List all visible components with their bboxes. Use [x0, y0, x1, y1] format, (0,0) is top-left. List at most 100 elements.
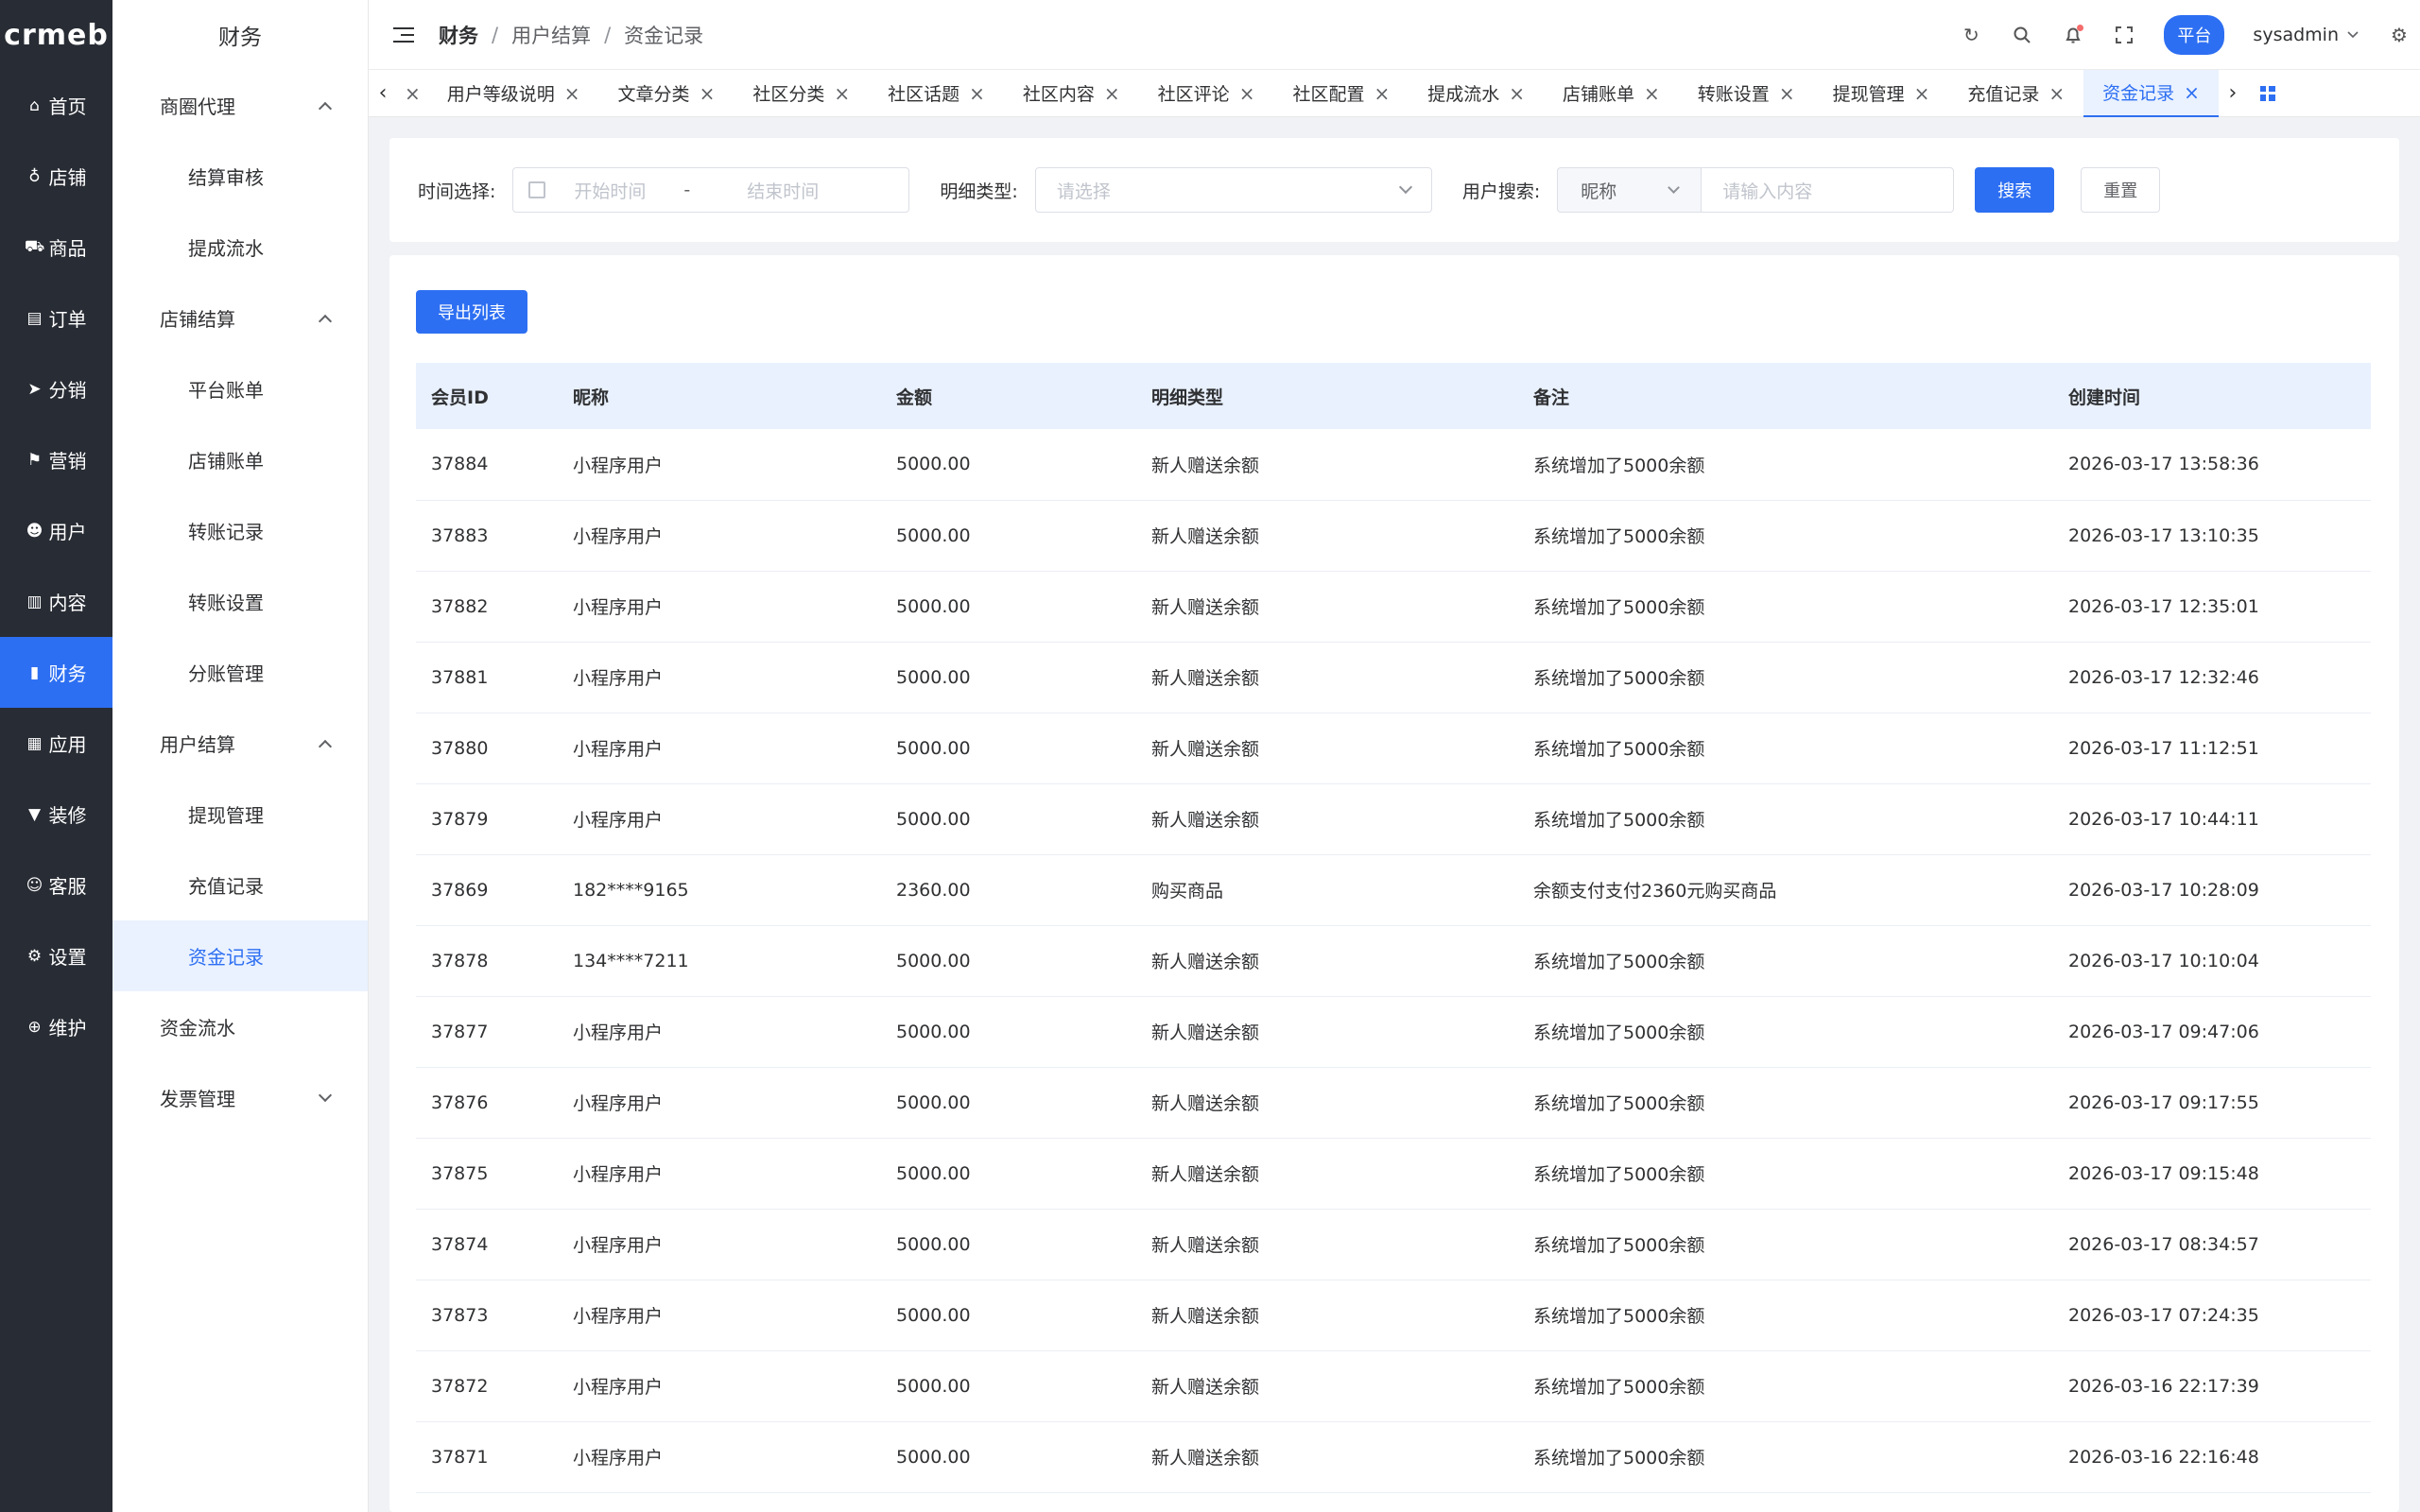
cell-member-id: 37875 — [431, 1162, 489, 1184]
page-tab[interactable]: 资金记录 × — [2083, 69, 2219, 117]
tabs-menu-icon[interactable] — [2259, 85, 2275, 101]
rail-item[interactable]: ⛟ 商品 — [0, 212, 112, 283]
submenu-item[interactable]: 转账记录 — [112, 495, 368, 566]
user-search-input[interactable]: 请输入内容 — [1701, 167, 1955, 213]
tab-close-icon[interactable]: × — [1104, 82, 1120, 105]
tabs-scroll-left-icon[interactable]: ‹ — [369, 81, 397, 105]
collapse-menu-icon[interactable] — [393, 26, 414, 43]
rail-item[interactable]: ▤ 订单 — [0, 283, 112, 353]
submenu-item[interactable]: 资金记录 — [112, 920, 368, 991]
tab-close-icon[interactable]: × — [1239, 82, 1255, 105]
breadcrumb-parent[interactable]: 用户结算 — [511, 21, 591, 49]
rail-item[interactable]: ♁ 店铺 — [0, 141, 112, 212]
rail-item[interactable]: ⚙ 设置 — [0, 920, 112, 991]
page-tab[interactable]: 充值记录 × — [1948, 70, 2083, 117]
tab-list: 用户等级说明 × 文章分类 × 社区分类 × 社区话题 × 社区内容 × 社区评论 × 社区配置 × 提成流… — [428, 69, 2219, 117]
home-icon: ⌂ — [29, 95, 40, 115]
page-tab[interactable]: 提成流水 × — [1409, 70, 1544, 117]
page-tab[interactable]: 社区内容 × — [1004, 70, 1139, 117]
submenu-item[interactable]: 提现管理 — [112, 779, 368, 850]
column-header-created-time: 创建时间 — [2068, 387, 2141, 408]
tab-close-icon[interactable]: × — [969, 82, 985, 105]
breadcrumb-root[interactable]: 财务 — [439, 21, 478, 49]
export-list-button[interactable]: 导出列表 — [416, 290, 527, 334]
submenu-group[interactable]: 店铺结算 — [112, 283, 368, 353]
bell-icon[interactable] — [2062, 24, 2084, 46]
page-tab[interactable]: 转账设置 × — [1679, 70, 1814, 117]
cell-detail-type: 新人赠送余额 — [1151, 455, 1260, 476]
cell-amount: 5000.00 — [896, 1375, 971, 1397]
rail-item[interactable]: ⌂ 首页 — [0, 70, 112, 141]
rail-item[interactable]: ▦ 应用 — [0, 708, 112, 779]
tab-hidden-close[interactable]: × — [397, 70, 428, 117]
user-menu[interactable]: sysadmin — [2253, 25, 2360, 45]
fullscreen-icon[interactable] — [2113, 24, 2135, 46]
submenu-group[interactable]: 发票管理 — [112, 1062, 368, 1133]
submenu-group[interactable]: 用户结算 — [112, 708, 368, 779]
submenu-item[interactable]: 平台账单 — [112, 353, 368, 424]
header-actions: ↻ 平台 sysadmin ⚙ — [1960, 14, 2411, 55]
user-search-type-select[interactable]: 昵称 — [1557, 167, 1702, 213]
search-button[interactable]: 搜索 — [1975, 167, 2055, 213]
rail-item[interactable]: ➤ 分销 — [0, 353, 112, 424]
cell-detail-type: 新人赠送余额 — [1151, 597, 1260, 618]
submenu-item[interactable]: 资金流水 — [112, 991, 368, 1062]
chevron-down-icon — [2347, 30, 2359, 38]
page-tab[interactable]: 用户等级说明 × — [428, 70, 599, 117]
rail-item[interactable]: ☻ 用户 — [0, 495, 112, 566]
submenu-group[interactable]: 商圈代理 — [112, 70, 368, 141]
submenu-item[interactable]: 充值记录 — [112, 850, 368, 920]
rail-item[interactable]: ☺ 客服 — [0, 850, 112, 920]
rail-item[interactable]: ⚑ 营销 — [0, 424, 112, 495]
date-range-picker[interactable]: 开始时间 - 结束时间 — [512, 167, 910, 213]
end-date-input[interactable]: 结束时间 — [747, 178, 819, 203]
submenu-item[interactable]: 提成流水 — [112, 212, 368, 283]
refresh-icon[interactable]: ↻ — [1960, 24, 1982, 46]
cell-member-id: 37881 — [431, 666, 489, 688]
app-logo: crmeb — [4, 18, 109, 52]
search-icon[interactable] — [2011, 24, 2033, 46]
tab-close-icon[interactable]: × — [2184, 81, 2200, 104]
page-tab[interactable]: 店铺账单 × — [1544, 70, 1679, 117]
settings-gear-icon[interactable]: ⚙ — [2388, 24, 2411, 46]
platform-switch-button[interactable]: 平台 — [2164, 14, 2225, 55]
cell-created-time: 2026-03-17 13:58:36 — [2068, 454, 2259, 475]
cell-remark: 系统增加了5000余额 — [1533, 1377, 1705, 1398]
submenu-item[interactable]: 分账管理 — [112, 637, 368, 708]
rail-item-label: 首页 — [48, 95, 87, 118]
tab-close-icon[interactable]: × — [700, 82, 716, 105]
tab-close-icon[interactable]: × — [1374, 82, 1390, 105]
tab-close-icon[interactable]: × — [834, 82, 850, 105]
tab-close-icon[interactable]: × — [1779, 82, 1795, 105]
page-tab[interactable]: 提现管理 × — [1814, 70, 1949, 117]
page-tab[interactable]: 社区分类 × — [734, 70, 869, 117]
type-label: 明细类型: — [940, 180, 1018, 202]
reset-button[interactable]: 重置 — [2081, 167, 2161, 213]
detail-type-select[interactable]: 请选择 — [1034, 167, 1432, 213]
tab-close-icon[interactable]: × — [564, 82, 580, 105]
submenu-label: 提成流水 — [188, 237, 264, 260]
rail-item[interactable]: ▼ 装修 — [0, 779, 112, 850]
submenu-item[interactable]: 转账设置 — [112, 566, 368, 637]
tab-close-icon[interactable]: × — [1914, 82, 1930, 105]
rail-item[interactable]: ▮ 财务 — [0, 637, 112, 708]
rail-item[interactable]: ▥ 内容 — [0, 566, 112, 637]
tabs-scroll-right-icon[interactable]: › — [2219, 81, 2247, 105]
cell-created-time: 2026-03-17 09:47:06 — [2068, 1021, 2259, 1042]
tab-close-icon[interactable]: × — [2048, 82, 2065, 105]
tab-close-icon[interactable]: × — [405, 82, 421, 105]
submenu-item[interactable]: 店铺账单 — [112, 424, 368, 495]
rail-item[interactable]: ⊕ 维护 — [0, 991, 112, 1062]
start-date-input[interactable]: 开始时间 — [574, 178, 646, 203]
primary-nav: ⌂ 首页 ♁ 店铺 ⛟ 商品 ▤ 订单 ➤ 分销 ⚑ 营销 ☻ 用户 ▥ 内容 ▮ 财务 ▦ 应用 ▼ 装修 ☺ 客服 ⚙ 设置 ⊕… — [0, 70, 112, 1062]
rail-item-label: 内容 — [48, 592, 87, 614]
tab-close-icon[interactable]: × — [1509, 82, 1525, 105]
page-tab[interactable]: 社区配置 × — [1273, 70, 1409, 117]
page-tab[interactable]: 文章分类 × — [599, 70, 735, 117]
secondary-sidebar: 财务 商圈代理 结算审核 提成流水 店铺结算 平台账单 店铺账单 转账记录 转账设置 分账管理用… — [112, 0, 369, 1512]
submenu-item[interactable]: 结算审核 — [112, 141, 368, 212]
page-tab[interactable]: 社区话题 × — [869, 70, 1004, 117]
page-tab[interactable]: 社区评论 × — [1139, 70, 1274, 117]
tab-close-icon[interactable]: × — [1644, 82, 1660, 105]
cell-created-time: 2026-03-17 11:12:51 — [2068, 737, 2259, 759]
